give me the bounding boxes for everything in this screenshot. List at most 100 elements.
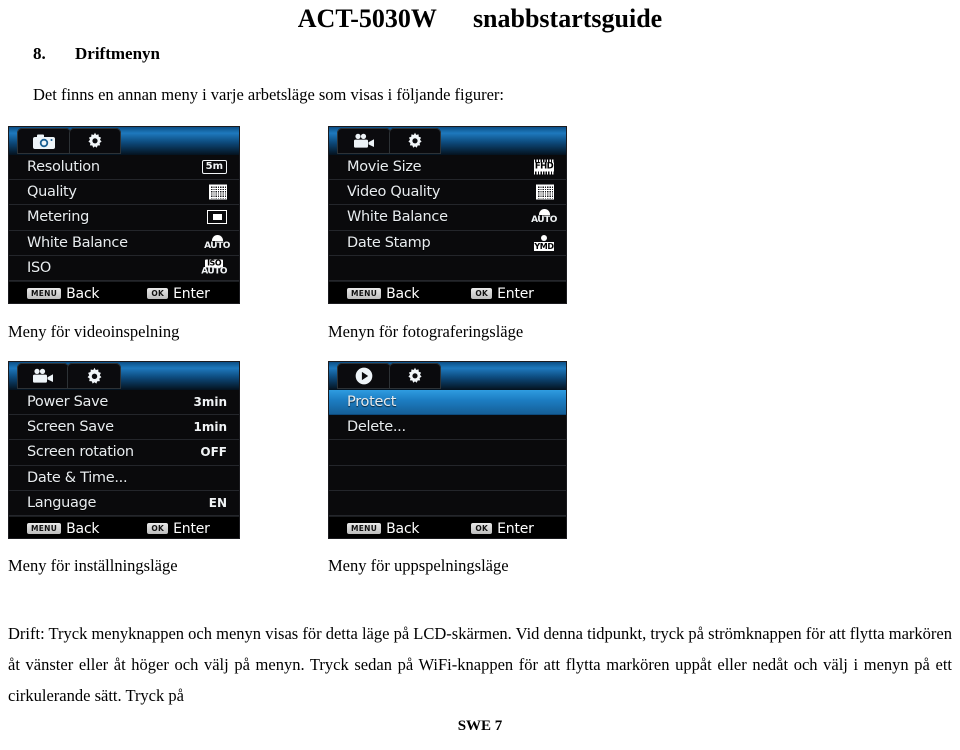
menu-key-badge: MENU bbox=[347, 522, 382, 535]
menu-item-label: Date Stamp bbox=[347, 234, 431, 251]
panel-caption-playback-mode: Meny för uppspelningsläge bbox=[328, 556, 509, 575]
back-button[interactable]: MENU Back bbox=[27, 520, 100, 537]
ok-key-badge: OK bbox=[147, 522, 169, 535]
menu-item-value: ISO AUTO bbox=[201, 259, 227, 276]
menu-item-label: Screen rotation bbox=[27, 444, 134, 461]
lcd-menu-list: Movie Size FHD Video Quality White Balan… bbox=[329, 155, 566, 281]
lcd-footer-bar: MENU Back OK Enter bbox=[9, 281, 239, 303]
panel-caption-settings-mode: Meny för inställningsläge bbox=[8, 556, 178, 575]
white-balance-auto-icon: AUTO bbox=[204, 234, 230, 251]
list-item[interactable]: Screen rotation OFF bbox=[9, 440, 239, 466]
lcd-tab-strip bbox=[329, 127, 566, 155]
enter-button[interactable]: OK Enter bbox=[471, 520, 534, 537]
menu-item-label: Metering bbox=[27, 209, 90, 226]
back-label: Back bbox=[386, 520, 420, 537]
menu-item-value: AUTO bbox=[531, 209, 557, 225]
video-camera-icon bbox=[354, 133, 374, 148]
menu-item-label: Screen Save bbox=[27, 419, 114, 436]
menu-item-label: Language bbox=[27, 494, 97, 511]
menu-item-value: AUTO bbox=[204, 234, 230, 251]
page-footer: SWE 7 bbox=[457, 718, 503, 734]
list-item[interactable]: Screen Save 1min bbox=[9, 415, 239, 441]
enter-button[interactable]: OK Enter bbox=[147, 521, 210, 537]
tab-video-camera[interactable] bbox=[17, 363, 69, 389]
list-item[interactable]: Date Stamp YMD bbox=[329, 231, 566, 256]
list-item[interactable]: ISO ISO AUTO bbox=[9, 256, 239, 281]
menu-item-label: Protect bbox=[347, 394, 397, 411]
menu-key-badge: MENU bbox=[27, 287, 62, 300]
section-number: 8. bbox=[33, 44, 46, 63]
back-button[interactable]: MENU Back bbox=[347, 285, 420, 302]
lcd-tab-strip bbox=[329, 362, 566, 390]
menu-item-label: Movie Size bbox=[347, 159, 422, 176]
document-type: snabbstartsguide bbox=[472, 4, 663, 33]
menu-item-value: OFF bbox=[200, 445, 227, 460]
gear-icon bbox=[87, 367, 101, 384]
list-item[interactable]: Protect bbox=[329, 390, 566, 416]
enter-button[interactable]: OK Enter bbox=[147, 285, 210, 302]
list-item[interactable]: White Balance AUTO bbox=[329, 205, 566, 231]
tab-playback[interactable] bbox=[337, 363, 391, 389]
quality-grid-icon bbox=[536, 184, 554, 200]
menu-item-value bbox=[207, 210, 227, 225]
list-item[interactable]: Metering bbox=[9, 205, 239, 231]
list-item[interactable]: Delete... bbox=[329, 415, 566, 441]
back-button[interactable]: MENU Back bbox=[27, 285, 100, 302]
list-item bbox=[329, 256, 566, 281]
list-item[interactable]: Date & Time... bbox=[9, 466, 239, 491]
menu-item-value: FHD bbox=[534, 159, 554, 175]
ok-key-badge: OK bbox=[471, 287, 493, 300]
ok-key-badge: OK bbox=[147, 287, 169, 300]
menu-item-value bbox=[209, 184, 227, 200]
gear-icon bbox=[408, 132, 422, 148]
document-header: ACT-5030W snabbstartsguide bbox=[0, 4, 960, 34]
menu-item-label: ISO bbox=[27, 259, 51, 276]
date-stamp-ymd-icon: YMD bbox=[534, 234, 554, 251]
list-item bbox=[329, 491, 566, 516]
section-heading: 8. Driftmenyn bbox=[33, 44, 160, 64]
lcd-menu-list: Resolution 5m Quality Metering White Bal… bbox=[9, 155, 239, 281]
menu-item-label: Resolution bbox=[27, 159, 100, 176]
tab-video-camera[interactable] bbox=[337, 128, 391, 154]
menu-item-label: Date & Time... bbox=[27, 469, 128, 486]
list-item bbox=[329, 440, 566, 466]
list-item[interactable]: Video Quality bbox=[329, 180, 566, 206]
tab-camera[interactable] bbox=[17, 128, 71, 154]
tab-settings[interactable] bbox=[389, 128, 441, 154]
enter-label: Enter bbox=[497, 285, 534, 302]
menu-item-value: 1min bbox=[193, 420, 227, 435]
enter-label: Enter bbox=[497, 520, 534, 537]
tab-settings[interactable] bbox=[69, 128, 121, 154]
menu-key-badge: MENU bbox=[27, 522, 62, 535]
enter-button[interactable]: OK Enter bbox=[471, 285, 534, 302]
lcd-footer-bar: MENU Back OK Enter bbox=[329, 516, 566, 538]
enter-label: Enter bbox=[173, 285, 210, 302]
operation-paragraph: Drift: Tryck menyknappen och menyn visas… bbox=[8, 624, 952, 705]
lcd-tab-strip bbox=[9, 127, 239, 155]
product-model: ACT-5030W bbox=[297, 4, 437, 33]
lcd-panel-settings-mode-menu: Power Save 3min Screen Save 1min Screen … bbox=[8, 361, 240, 539]
menu-item-label: Delete... bbox=[347, 419, 406, 436]
lcd-menu-list: Protect Delete... bbox=[329, 390, 566, 516]
tab-settings[interactable] bbox=[67, 363, 121, 389]
menu-item-value: YMD bbox=[534, 234, 554, 251]
menu-item-label: White Balance bbox=[347, 209, 448, 226]
lcd-footer-bar: MENU Back OK Enter bbox=[9, 516, 239, 538]
back-label: Back bbox=[66, 520, 100, 537]
menu-item-label: Power Save bbox=[27, 394, 109, 411]
gear-icon bbox=[408, 367, 422, 383]
lcd-footer-bar: MENU Back OK Enter bbox=[329, 281, 566, 303]
list-item bbox=[329, 466, 566, 491]
back-label: Back bbox=[66, 285, 100, 302]
back-label: Back bbox=[386, 285, 420, 302]
list-item[interactable]: Resolution 5m bbox=[9, 155, 239, 181]
back-button[interactable]: MENU Back bbox=[347, 520, 420, 537]
list-item[interactable]: White Balance AUTO bbox=[9, 231, 239, 256]
section-title: Driftmenyn bbox=[75, 44, 160, 63]
menu-item-value bbox=[536, 184, 554, 200]
list-item[interactable]: Movie Size FHD bbox=[329, 155, 566, 181]
list-item[interactable]: Power Save 3min bbox=[9, 390, 239, 416]
list-item[interactable]: Language EN bbox=[9, 491, 239, 516]
tab-settings[interactable] bbox=[389, 363, 441, 389]
list-item[interactable]: Quality bbox=[9, 180, 239, 206]
